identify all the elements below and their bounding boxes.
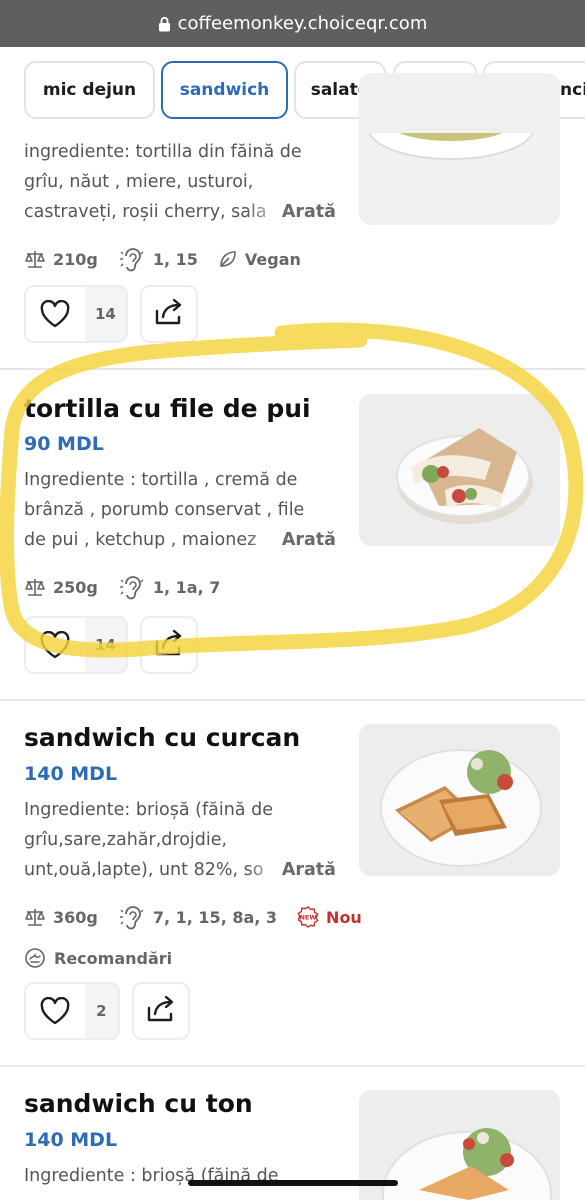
item-allergens: 7, 1, 15, 8a, 3: [152, 907, 278, 927]
desc-text: unt,ouă,lapte), unt 82%, so: [24, 860, 264, 880]
item-title: sandwich cu curcan: [24, 723, 301, 752]
like-count: 2: [84, 984, 118, 1038]
new-badge-label: Nou: [326, 907, 362, 927]
dish-photo: [359, 394, 560, 546]
share-button[interactable]: [140, 285, 198, 343]
item-weight: 210g: [53, 249, 98, 269]
desc-line: grîu,sare,zahăr,drojdie,: [24, 830, 228, 850]
heart-icon[interactable]: [26, 287, 85, 341]
desc-line-last: unt,ouă,lapte), unt 82%, so Arată: [24, 855, 336, 885]
menu-item[interactable]: sandwich cu curcan 140 MDL Ingrediente: …: [0, 701, 585, 1067]
share-icon: [153, 628, 185, 662]
item-meta: 250g 1, 1a, 7: [24, 572, 240, 602]
heart-icon[interactable]: [26, 984, 85, 1038]
show-more-link[interactable]: Arată: [279, 197, 336, 227]
item-title: tortilla cu file de pui: [24, 394, 311, 423]
item-price: 90 MDL: [24, 433, 104, 455]
item-meta: 210g 1, 15 Vegan: [24, 244, 321, 274]
recommend-label: Recomandări: [54, 948, 173, 968]
tab-mic-dejun[interactable]: mic dejun: [24, 61, 155, 119]
item-tag: Vegan: [244, 249, 301, 269]
scale-icon: [24, 577, 46, 597]
item-allergens: 1, 1a, 7: [152, 577, 221, 597]
item-allergens: 1, 15: [152, 249, 198, 269]
scale-icon: [24, 249, 46, 269]
desc-text: de pui , ketchup , maionez: [24, 530, 257, 550]
home-indicator: [188, 1180, 398, 1186]
share-icon: [153, 297, 185, 331]
dish-photo: [359, 724, 560, 876]
desc-line: grîu, năut , miere, usturoi,: [24, 172, 254, 192]
item-price: 140 MDL: [24, 763, 118, 785]
desc-line: ingrediente: tortilla din făină de: [24, 142, 302, 162]
item-description: Ingrediente : tortilla , cremă de brânză…: [24, 465, 336, 555]
desc-text: castraveți, roșii cherry, sala: [24, 202, 267, 222]
item-weight: 250g: [53, 577, 98, 597]
url-text: coffeemonkey.choiceqr.com: [177, 13, 428, 34]
desc-line: Ingrediente : tortilla , cremă de: [24, 470, 298, 490]
leaf-icon: [218, 249, 238, 269]
address-bar[interactable]: coffeemonkey.choiceqr.com: [0, 0, 585, 47]
show-more-link[interactable]: Arată: [279, 855, 336, 885]
item-description: ingrediente: tortilla din făină de grîu,…: [24, 137, 336, 227]
desc-line: brânză , porumb conservat , file: [24, 500, 305, 520]
like-count: 14: [84, 618, 126, 672]
item-description: Ingrediente : brioșă (făină de: [24, 1161, 336, 1191]
heart-icon[interactable]: [26, 618, 85, 672]
item-price: 140 MDL: [24, 1129, 118, 1151]
lock-icon: [158, 16, 171, 32]
desc-line-last: de pui , ketchup , maionez Arată: [24, 525, 336, 555]
like-control[interactable]: 2: [24, 982, 120, 1040]
dish-photo: [359, 73, 560, 225]
new-badge-text: NEW: [300, 914, 317, 922]
menu-item[interactable]: ingrediente: tortilla din făină de grîu,…: [0, 73, 585, 370]
new-badge-icon: NEW: [297, 906, 319, 928]
like-control[interactable]: 14: [24, 616, 128, 674]
allergen-ear-icon: [118, 902, 146, 932]
allergen-ear-icon: [118, 572, 146, 602]
allergen-ear-icon: [118, 244, 146, 274]
item-title: sandwich cu ton: [24, 1089, 253, 1118]
menu-item[interactable]: tortilla cu file de pui 90 MDL Ingredien…: [0, 370, 585, 701]
tab-sandwich[interactable]: sandwich: [161, 61, 288, 119]
share-icon: [145, 994, 177, 1028]
share-button[interactable]: [140, 616, 198, 674]
recommend-icon: [24, 947, 46, 969]
share-button[interactable]: [132, 982, 190, 1040]
tab-label: sandwich: [179, 80, 270, 100]
desc-line: Ingrediente : brioșă (făină de: [24, 1166, 279, 1186]
recommendations-link[interactable]: Recomandări: [24, 947, 172, 969]
tab-label: mic dejun: [42, 80, 137, 100]
show-more-link[interactable]: Arată: [279, 525, 336, 555]
item-meta: 360g 7, 1, 15, 8a, 3 NEW Nou: [24, 902, 382, 932]
item-weight: 360g: [53, 907, 98, 927]
like-count: 14: [84, 287, 126, 341]
desc-line: Ingrediente: brioșă (făină de: [24, 800, 273, 820]
like-control[interactable]: 14: [24, 285, 128, 343]
desc-line-last: castraveți, roșii cherry, sala Arată: [24, 197, 336, 227]
item-description: Ingrediente: brioșă (făină de grîu,sare,…: [24, 795, 336, 885]
scale-icon: [24, 907, 46, 927]
